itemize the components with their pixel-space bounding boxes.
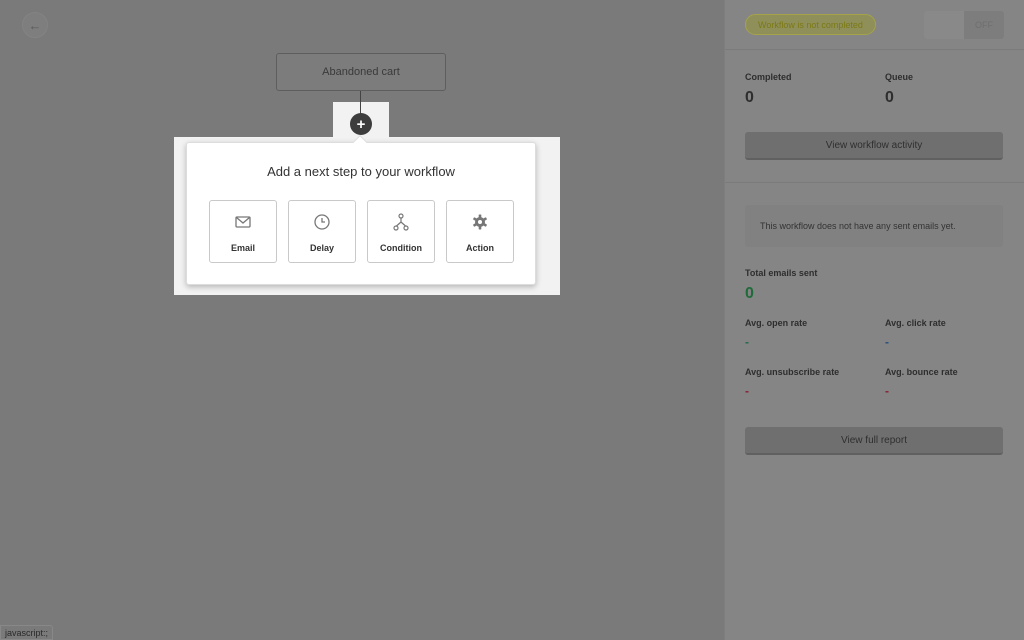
bounce-rate-value: -: [885, 384, 889, 398]
workflow-toggle[interactable]: OFF: [924, 11, 1004, 39]
plus-icon: +: [356, 115, 366, 133]
popup-title: Add a next step to your workflow: [267, 164, 455, 179]
option-label: Action: [466, 243, 494, 253]
total-sent-value: 0: [745, 285, 754, 302]
add-step-button[interactable]: +: [350, 113, 372, 135]
option-label: Email: [230, 243, 255, 253]
branch-icon: [393, 213, 409, 231]
option-delay[interactable]: Delay: [288, 200, 356, 263]
view-full-report-button[interactable]: View full report: [745, 427, 1003, 455]
arrow-left-icon: ←: [28, 17, 42, 33]
view-activity-button[interactable]: View workflow activity: [745, 132, 1003, 160]
connector-line: [360, 91, 361, 115]
click-rate-value: -: [885, 335, 889, 349]
total-sent-label: Total emails sent: [745, 268, 818, 278]
toggle-label: OFF: [975, 20, 993, 30]
option-action[interactable]: Action: [446, 200, 514, 263]
queue-value: 0: [885, 89, 894, 106]
add-step-popup: Add a next step to your workflow Email D…: [186, 142, 536, 285]
trigger-node[interactable]: Abandoned cart: [276, 53, 446, 91]
bounce-rate-label: Avg. bounce rate: [885, 367, 958, 377]
workflow-canvas: ← Abandoned cart + Add a next step to yo…: [0, 0, 724, 640]
option-label: Delay: [309, 243, 335, 253]
completed-label: Completed: [745, 72, 792, 82]
option-condition[interactable]: Condition: [367, 200, 435, 263]
clock-icon: [314, 214, 330, 230]
divider: [725, 49, 1024, 50]
status-bar-url: javascript:;: [0, 625, 54, 640]
option-label: Condition: [380, 243, 422, 253]
unsubscribe-rate-label: Avg. unsubscribe rate: [745, 367, 840, 377]
status-badge: Workflow is not completed: [745, 14, 876, 35]
trigger-label: Abandoned cart: [322, 66, 400, 78]
envelope-icon: [235, 216, 251, 228]
queue-label: Queue: [885, 72, 914, 82]
unsubscribe-rate-value: -: [745, 384, 749, 398]
no-emails-note: This workflow does not have any sent ema…: [745, 205, 1003, 247]
workflow-sidebar: Workflow is not completed OFF Completed …: [724, 0, 1024, 640]
back-button[interactable]: ←: [22, 12, 48, 38]
gear-icon: [473, 214, 487, 230]
divider: [725, 182, 1024, 183]
open-rate-label: Avg. open rate: [745, 318, 808, 328]
click-rate-label: Avg. click rate: [885, 318, 946, 328]
open-rate-value: -: [745, 335, 749, 349]
completed-value: 0: [745, 89, 754, 106]
option-email[interactable]: Email: [209, 200, 277, 263]
